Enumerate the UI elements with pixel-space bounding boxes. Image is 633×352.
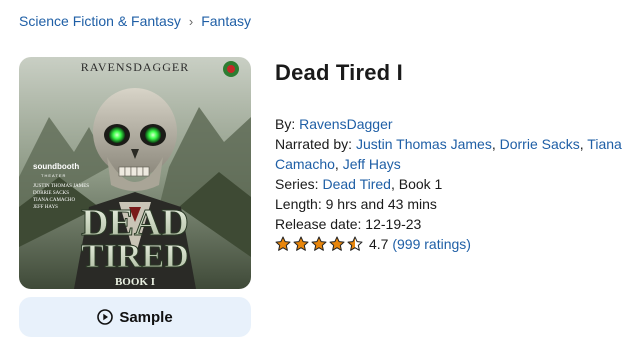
cover-narrator-4: JEFF HAYS [33, 205, 58, 210]
author-row: By: RavensDagger [275, 114, 625, 134]
narrated-by-label: Narrated by: [275, 136, 356, 152]
star-half-icon [347, 236, 363, 251]
sample-button-label: Sample [119, 308, 173, 326]
rating-value: 4.7 [369, 236, 389, 252]
length-label: Length: [275, 196, 326, 212]
sample-button[interactable]: Sample [19, 297, 251, 337]
cover-book-text: BOOK I [115, 276, 155, 288]
breadcrumb: Science Fiction & Fantasy › Fantasy [19, 13, 251, 29]
book-info: Dead Tired I By: RavensDagger Narrated b… [275, 58, 625, 254]
cover-narrator-3: TIANA CAMACHO [33, 198, 75, 203]
star-full-icon [293, 236, 309, 251]
ratings-count-link[interactable]: (999 ratings) [392, 234, 471, 254]
breadcrumb-subcategory-link[interactable]: Fantasy [201, 13, 251, 29]
narrators-row: Narrated by: Justin Thomas James, Dorrie… [275, 136, 622, 172]
star-full-icon [311, 236, 327, 251]
author-link[interactable]: RavensDagger [299, 116, 392, 132]
narrator-link[interactable]: Justin Thomas James [356, 136, 492, 152]
star-full-icon [275, 236, 291, 251]
cover-author-text: RAVENSDAGGER [81, 60, 189, 74]
release-date-label: Release date: [275, 216, 366, 232]
rating-row: 4.7 (999 ratings) [275, 234, 625, 254]
length-row: Length: 9 hrs and 43 mins [275, 194, 625, 214]
breadcrumb-category-link[interactable]: Science Fiction & Fantasy [19, 13, 181, 29]
book-cover-image[interactable]: RAVENSDAGGER soundbooth THEATER JUSTIN T… [19, 57, 251, 289]
cover-publisher-sub: THEATER [41, 173, 66, 178]
cover-title-line2: TIRED [81, 238, 189, 275]
chevron-right-icon: › [188, 13, 194, 29]
release-row: Release date: 12-19-23 [275, 214, 625, 234]
star-full-icon [329, 236, 345, 251]
cover-narrator-2: DORRIE SACKS [33, 191, 69, 196]
by-label: By: [275, 116, 300, 132]
series-link[interactable]: Dead Tired [322, 176, 390, 192]
cover-narrator-1: JUSTIN THOMAS JAMES [33, 184, 89, 189]
series-book-number: , Book 1 [390, 176, 443, 192]
series-label: Series: [275, 176, 323, 192]
play-circle-icon [97, 309, 114, 325]
cover-publisher-text: soundbooth [33, 162, 79, 171]
length-value: 9 hrs and 43 mins [325, 196, 437, 212]
release-date-value: 12-19-23 [365, 216, 422, 232]
book-title: Dead Tired I [275, 60, 403, 85]
star-rating [275, 236, 365, 252]
narrator-link[interactable]: Jeff Hays [343, 156, 401, 172]
series-row: Series: Dead Tired, Book 1 [275, 174, 625, 194]
narrator-link[interactable]: Dorrie Sacks [500, 136, 580, 152]
